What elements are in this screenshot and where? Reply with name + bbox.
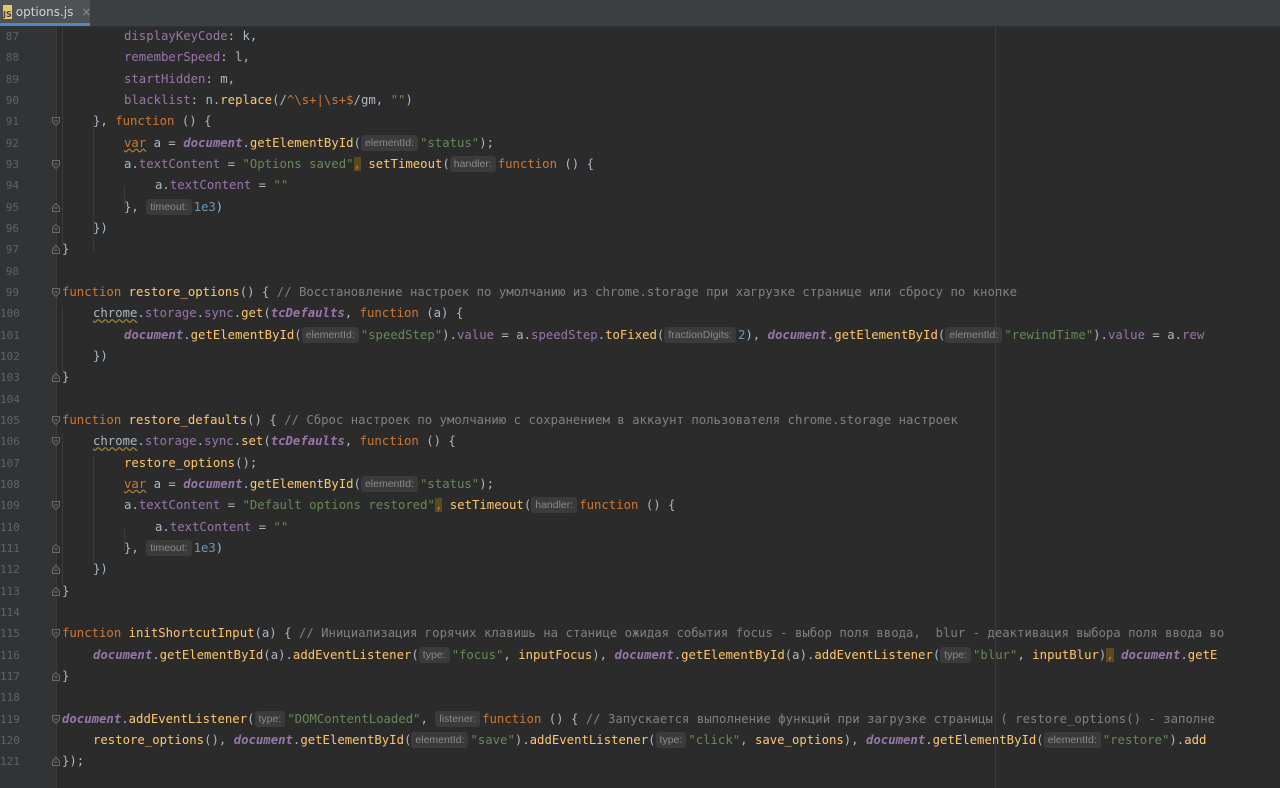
line-number: 107 <box>0 456 20 470</box>
line-number: 104 <box>0 392 20 406</box>
line-number: 93 <box>5 157 19 171</box>
code-line: a.textContent = "Options saved", setTime… <box>124 155 595 172</box>
parameter-hint: type: <box>418 646 450 663</box>
code-line: }) <box>93 220 108 235</box>
line-number: 102 <box>0 349 20 363</box>
right-margin-guide <box>995 26 996 788</box>
line-number: 120 <box>0 733 20 747</box>
parameter-hint: elementId: <box>301 326 359 343</box>
parameter-hint: listener: <box>435 710 481 727</box>
line-number: 97 <box>5 243 19 257</box>
code-editor[interactable]: displayKeyCode: k, rememberSpeed: l, sta… <box>57 26 1280 788</box>
line-number: 116 <box>0 648 20 662</box>
line-number: 113 <box>0 584 20 598</box>
parameter-hint: type: <box>940 646 972 663</box>
code-line: document.addEventListener(type: "DOMConte… <box>62 710 1216 727</box>
line-number-gutter: 87 88 89 90 91 92 93 94 95 96 97 98 99 1… <box>0 26 60 788</box>
code-line: }) <box>93 562 108 577</box>
line-number: 87 <box>5 30 19 43</box>
parameter-hint: fractionDigits: <box>664 326 736 343</box>
line-number: 112 <box>0 563 20 577</box>
line-number: 103 <box>0 371 20 385</box>
code-line: }, timeout: 1e3) <box>124 539 224 556</box>
code-line: a.textContent = "" <box>155 178 289 193</box>
line-number: 91 <box>5 115 19 129</box>
parameter-hint: timeout: <box>146 198 192 215</box>
line-number: 108 <box>0 477 20 491</box>
parameter-hint: elementId: <box>360 134 418 151</box>
js-file-icon: JS <box>3 4 12 19</box>
parameter-hint: handler: <box>449 155 496 172</box>
code-line: var a = document.getElementById(elementI… <box>124 475 495 492</box>
indent-guide <box>62 306 63 372</box>
tab-label: options.js <box>15 4 74 19</box>
line-number: 119 <box>0 712 20 726</box>
code-line: } <box>62 242 70 257</box>
line-number: 115 <box>0 627 20 641</box>
indent-guide <box>93 456 94 564</box>
code-line: a.textContent = "Default options restore… <box>124 497 676 514</box>
line-number: 114 <box>0 605 20 619</box>
code-line: var a = document.getElementById(elementI… <box>124 134 495 151</box>
parameter-hint: timeout: <box>146 539 192 556</box>
code-line: } <box>62 668 70 683</box>
line-number: 118 <box>0 691 20 705</box>
code-line: restore_options(); <box>124 455 258 470</box>
parameter-hint: type: <box>254 710 286 727</box>
line-number: 95 <box>5 200 19 214</box>
code-line: blacklist: n.replace(/^\s+|\s+$/gm, "") <box>124 92 413 107</box>
line-number: 90 <box>5 93 19 107</box>
code-line: }); <box>62 754 85 769</box>
indent-guide <box>62 434 63 584</box>
parameter-hint: handler: <box>531 497 578 514</box>
indent-guide <box>62 26 63 246</box>
line-number: 111 <box>0 541 20 555</box>
code-line: function restore_defaults() { // Сброс н… <box>62 412 958 427</box>
code-line: document.getElementById(elementId: "speed… <box>124 326 1205 343</box>
line-number: 94 <box>5 179 19 193</box>
code-line: function initShortcutInput(a) { // Иници… <box>62 626 1225 641</box>
tab-options-js[interactable]: JS options.js × <box>0 0 91 26</box>
code-line: function restore_options() { // Восстано… <box>62 284 1018 299</box>
parameter-hint: elementId: <box>360 475 418 492</box>
parameter-hint: elementId: <box>1043 731 1101 748</box>
code-line: } <box>62 583 70 598</box>
code-line: } <box>62 370 70 385</box>
code-line: document.getElementById(a).addEventListe… <box>93 646 1218 663</box>
line-number: 117 <box>0 669 20 683</box>
code-line: restore_options(), document.getElementBy… <box>93 731 1207 748</box>
line-number: 110 <box>0 520 20 534</box>
code-line: rememberSpeed: l, <box>124 50 250 65</box>
code-line: displayKeyCode: k, <box>124 29 258 43</box>
parameter-hint: elementId: <box>411 731 469 748</box>
line-number: 96 <box>5 221 19 235</box>
close-icon[interactable]: × <box>81 5 91 19</box>
line-number: 100 <box>0 307 20 321</box>
line-number: 121 <box>0 755 20 769</box>
parameter-hint: elementId: <box>945 326 1003 343</box>
code-line: startHidden: m, <box>124 71 236 86</box>
code-line: a.textContent = "" <box>155 519 289 534</box>
parameter-hint: type: <box>655 731 687 748</box>
editor-tab-bar: JS options.js × <box>0 0 1280 27</box>
line-number: 105 <box>0 413 20 427</box>
code-line: chrome.storage.sync.set(tcDefaults, func… <box>93 434 456 449</box>
line-number: 92 <box>5 136 19 150</box>
line-number: 98 <box>5 264 19 278</box>
code-line: }, timeout: 1e3) <box>124 198 224 215</box>
line-number: 89 <box>5 72 19 86</box>
line-number: 101 <box>0 328 20 342</box>
line-number: 106 <box>0 435 20 449</box>
line-number: 109 <box>0 499 20 513</box>
code-line: }, function () { <box>93 114 212 129</box>
line-number: 88 <box>5 51 19 65</box>
code-line: chrome.storage.sync.get(tcDefaults, func… <box>93 306 464 321</box>
code-line: }) <box>93 348 108 363</box>
line-number: 99 <box>5 285 19 299</box>
